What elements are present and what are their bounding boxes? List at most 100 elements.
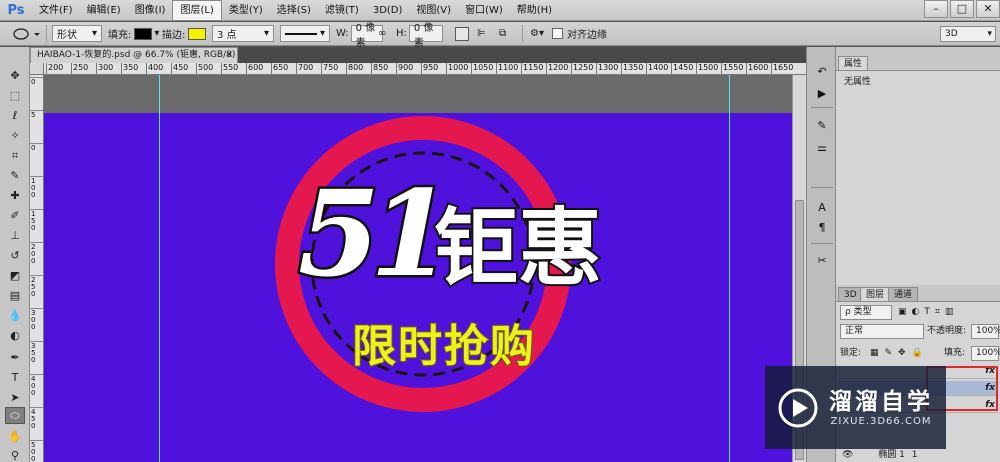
ruler-label: 600 [248, 63, 264, 72]
tool-presets-icon[interactable]: ✂ [813, 252, 831, 269]
menu-file[interactable]: 文件(F) [32, 0, 80, 21]
adjustments-icon[interactable]: ⚌ [813, 139, 831, 156]
menu-select[interactable]: 选择(S) [270, 0, 318, 21]
shape-mode-select[interactable]: 形状 ▾ [52, 25, 102, 42]
menu-filter[interactable]: 滤镜(T) [318, 0, 366, 21]
ellipse-icon[interactable]: ⬭ [5, 407, 25, 424]
stroke-size-input[interactable]: 3 点 ▾ [212, 25, 274, 42]
layer-name: 椭圆 1 [878, 450, 905, 460]
menu-layer[interactable]: 图层(L) [172, 0, 222, 21]
path-select-icon[interactable]: ➤ [5, 389, 25, 406]
marquee-icon[interactable]: ⬚ [5, 87, 25, 104]
path-alignment-icon[interactable]: ⊫ [477, 28, 486, 39]
menu-window[interactable]: 窗口(W) [458, 0, 510, 21]
workspace-switcher[interactable]: 3D ▾ [940, 26, 996, 42]
menu-view[interactable]: 视图(V) [409, 0, 458, 21]
layer-row[interactable]: 👁 椭圆 1 1 [838, 448, 998, 462]
photoshop-logo: Ps [7, 2, 25, 18]
fill-opacity-input[interactable]: 100% [971, 346, 1000, 361]
guide-line[interactable] [729, 75, 730, 462]
actions-icon[interactable]: ▶ [813, 85, 831, 102]
move-icon[interactable]: ✥ [5, 67, 25, 84]
ruler-tick [771, 63, 772, 74]
guide-line[interactable] [159, 75, 160, 462]
history-icon[interactable]: ↶ [813, 63, 831, 80]
ruler-label: 1 0 0 [31, 177, 36, 199]
link-dimensions-icon[interactable]: ∞ [378, 28, 386, 39]
fill-swatch[interactable] [134, 27, 153, 40]
vertical-ruler[interactable]: 0 5 0 1 0 0 1 5 0 2 0 0 2 5 0 3 0 0 3 5 0 4 0 0 4 … [30, 63, 44, 462]
ruler-label: 1350 [623, 63, 644, 72]
ruler-tick [296, 63, 297, 74]
history-brush-icon[interactable]: ↺ [5, 247, 25, 264]
menu-edit[interactable]: 编辑(E) [80, 0, 128, 21]
chevron-down-icon[interactable]: ▾ [539, 28, 544, 39]
stroke-type-select[interactable]: ▾ [280, 25, 330, 42]
path-operations-icon[interactable] [455, 26, 469, 41]
crop-icon[interactable]: ⌗ [5, 147, 25, 164]
align-edges-checkbox[interactable] [552, 28, 563, 39]
canvas-area[interactable]: 51 钜惠 限时抢购 [44, 75, 806, 462]
ruler-label: 1250 [573, 63, 594, 72]
tab-properties[interactable]: 属性 [838, 56, 869, 70]
opacity-input[interactable]: 100% [971, 324, 1000, 339]
tab-channels[interactable]: 通道 [888, 287, 919, 301]
brush-icon[interactable]: ✐ [5, 207, 25, 224]
height-input[interactable]: 0 像素 [408, 23, 443, 49]
filter-icons[interactable]: ▣◐T⌗▥ [898, 306, 958, 319]
type-icon[interactable]: T [5, 369, 25, 386]
close-icon[interactable]: × [225, 48, 233, 63]
menu-3d[interactable]: 3D(D) [366, 0, 410, 21]
zoom-icon[interactable]: ⚲ [5, 447, 25, 462]
character-icon[interactable]: A [813, 199, 831, 216]
opacity-label: 不透明度: [927, 326, 967, 336]
document-title: HAIBAO-1-恢复的.psd @ 66.7% (钜惠, RGB/8) * [37, 50, 238, 60]
quick-select-icon[interactable]: ✧ [5, 127, 25, 144]
close-window-button[interactable]: ✕ [976, 0, 1000, 18]
tab-3d[interactable]: 3D [838, 287, 863, 301]
ruler-label: 0 [31, 144, 36, 152]
gear-icon[interactable]: ⚙ [530, 28, 539, 39]
layer-filter-select[interactable]: ρ 类型 [840, 305, 892, 320]
ruler-origin[interactable] [30, 63, 44, 75]
ruler-tick [471, 63, 472, 74]
dodge-icon[interactable]: ◐ [5, 327, 25, 344]
ruler-tick [721, 63, 722, 74]
brush-preset-icon[interactable]: ✎ [813, 117, 831, 134]
ruler-label: 2 5 0 [31, 276, 36, 298]
width-label: W: [336, 28, 349, 39]
minimize-button[interactable]: – [924, 0, 948, 18]
document-tab[interactable]: HAIBAO-1-恢复的.psd @ 66.7% (钜惠, RGB/8) * × [30, 47, 238, 63]
menu-type[interactable]: 类型(Y) [222, 0, 270, 21]
pen-icon[interactable]: ✒ [5, 349, 25, 366]
chevron-down-icon: ▾ [91, 28, 97, 39]
tool-preset-picker[interactable] [8, 25, 42, 42]
eyedropper-icon[interactable]: ✎ [5, 167, 25, 184]
tab-layers[interactable]: 图层 [860, 287, 891, 301]
stroke-swatch[interactable] [188, 27, 207, 40]
menu-image[interactable]: 图像(I) [128, 0, 173, 21]
ruler-tick [346, 63, 347, 74]
paragraph-icon[interactable]: ¶ [813, 219, 831, 236]
menu-help[interactable]: 帮助(H) [510, 0, 559, 21]
healing-brush-icon[interactable]: ✚ [5, 187, 25, 204]
maximize-button[interactable]: □ [950, 0, 974, 18]
ruler-label: 400 [148, 63, 164, 72]
path-arrangement-icon[interactable]: ⧉ [499, 28, 506, 39]
visibility-eye-icon[interactable]: 👁 [842, 450, 853, 460]
eraser-icon[interactable]: ◩ [5, 267, 25, 284]
align-edges-label: 对齐边缘 [567, 30, 607, 41]
ruler-tick [421, 63, 422, 74]
lock-icons[interactable]: ▦✎✥🔒 [870, 347, 929, 360]
lasso-icon[interactable]: ℓ [5, 107, 25, 124]
hand-icon[interactable]: ✋ [5, 428, 25, 445]
ruler-tick [396, 63, 397, 74]
gradient-icon[interactable]: ▤ [5, 287, 25, 304]
horizontal-ruler[interactable]: 200 250 300 350 400 450 500 550 600 650 700 750 800 8… [44, 63, 806, 75]
solid-line-icon [285, 32, 317, 35]
blur-icon[interactable]: 💧 [5, 307, 25, 324]
clone-stamp-icon[interactable]: ⊥ [5, 227, 25, 244]
ruler-label: 5 0 0 [31, 441, 36, 462]
blend-mode-select[interactable]: 正常 [840, 324, 924, 339]
chevron-down-icon[interactable]: ▾ [154, 28, 159, 39]
